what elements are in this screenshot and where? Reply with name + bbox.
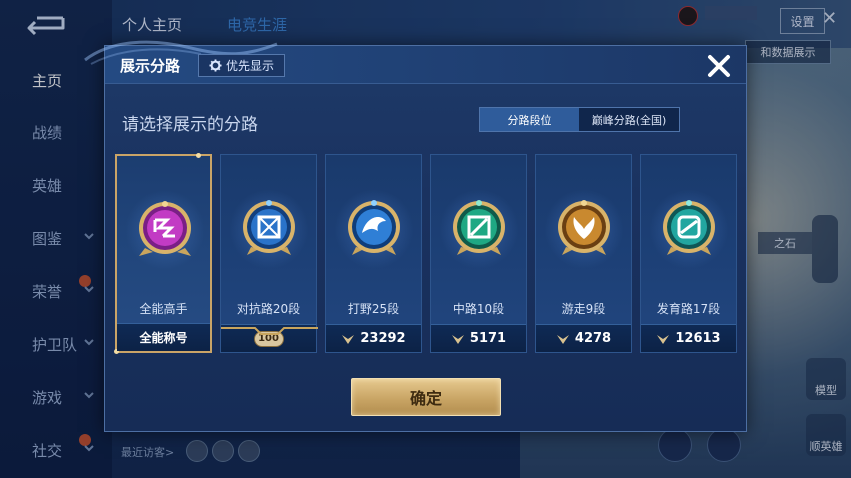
route-score: 100 bbox=[221, 324, 318, 352]
route-score-value: 23292 bbox=[360, 331, 406, 346]
peak-points-icon bbox=[556, 334, 569, 344]
gear-icon bbox=[209, 59, 222, 72]
route-display-dialog: 展示分路 优先显示 请选择展示的分路 分路段位 巅峰分路(全国) 全能高手 全能… bbox=[84, 40, 747, 432]
route-source-toggle: 分路段位 巅峰分路(全国) bbox=[479, 107, 680, 132]
route-score-value: 4278 bbox=[574, 331, 612, 346]
roam-emblem-icon bbox=[558, 200, 610, 255]
route-score: 4278 bbox=[536, 324, 631, 352]
clash-lane-emblem-icon bbox=[243, 200, 295, 255]
toggle-peak-route[interactable]: 巅峰分路(全国) bbox=[579, 108, 679, 131]
jungle-emblem-icon bbox=[348, 200, 400, 255]
route-score: 23292 bbox=[326, 324, 421, 352]
route-label: 发育路17段 bbox=[656, 302, 721, 316]
peak-points-icon bbox=[342, 334, 355, 344]
route-label: 中路10段 bbox=[452, 302, 505, 316]
route-card-allround[interactable]: 全能高手 全能称号 bbox=[114, 153, 212, 354]
route-card-clash-lane[interactable]: 对抗路20段 100 bbox=[220, 154, 318, 353]
route-label: 全能高手 bbox=[139, 302, 188, 316]
dialog-subtitle: 请选择展示的分路 bbox=[122, 115, 258, 135]
route-label: 打野25段 bbox=[347, 302, 400, 316]
allround-emblem-icon bbox=[139, 201, 191, 256]
peak-points-icon bbox=[657, 334, 670, 344]
route-title-text: 全能称号 bbox=[139, 331, 188, 345]
dialog-title: 展示分路 bbox=[120, 57, 181, 75]
route-label: 对抗路20段 bbox=[236, 302, 301, 316]
priority-display-button[interactable]: 优先显示 bbox=[198, 54, 285, 77]
close-button[interactable] bbox=[705, 52, 733, 80]
route-score-value: 5171 bbox=[469, 331, 507, 346]
priority-display-label: 优先显示 bbox=[225, 59, 274, 73]
ribbon-ornament-icon bbox=[221, 327, 318, 335]
confirm-button[interactable]: 确定 bbox=[351, 378, 501, 416]
mid-lane-emblem-icon bbox=[453, 200, 505, 255]
farm-lane-emblem-icon bbox=[663, 200, 715, 255]
route-score: 12613 bbox=[641, 324, 736, 352]
close-icon bbox=[708, 55, 730, 77]
route-score-value: 12613 bbox=[675, 331, 721, 346]
peak-points-icon bbox=[451, 334, 464, 344]
route-title-badge: 全能称号 bbox=[117, 323, 210, 351]
toggle-route-rank[interactable]: 分路段位 bbox=[480, 108, 579, 131]
route-card-farm-lane[interactable]: 发育路17段 12613 bbox=[640, 154, 737, 353]
selection-corner-dot bbox=[196, 153, 201, 158]
route-label: 游走9段 bbox=[561, 302, 606, 316]
route-card-mid-lane[interactable]: 中路10段 5171 bbox=[430, 154, 527, 353]
route-card-jungle[interactable]: 打野25段 23292 bbox=[325, 154, 422, 353]
dialog-header: 展示分路 优先显示 bbox=[84, 40, 746, 84]
route-score: 5171 bbox=[431, 324, 526, 352]
route-card-roam[interactable]: 游走9段 4278 bbox=[535, 154, 632, 353]
